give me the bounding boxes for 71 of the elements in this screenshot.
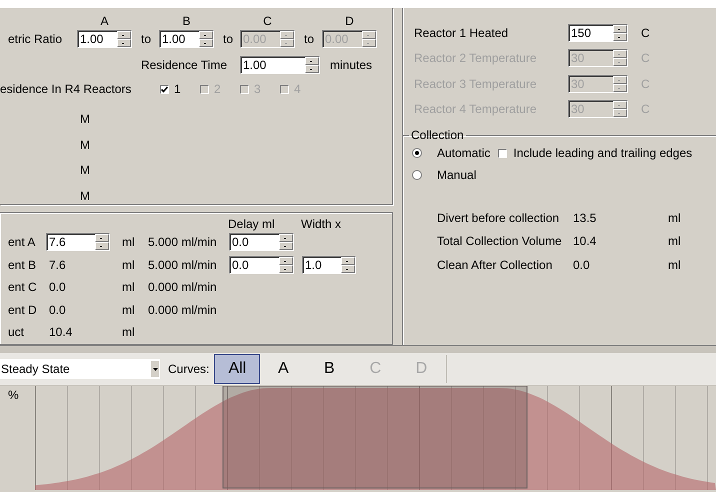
unit-label: ml bbox=[668, 234, 681, 248]
curve-toggle[interactable]: B bbox=[306, 354, 352, 384]
spin-field[interactable]: 1.00 bbox=[240, 56, 320, 74]
stat-label: Clean After Collection bbox=[437, 258, 554, 272]
checkbox[interactable] bbox=[160, 84, 169, 94]
unit-label: ml bbox=[122, 302, 135, 317]
stat-label: Divert before collection bbox=[437, 210, 560, 225]
unit-label: ml bbox=[668, 210, 681, 225]
flow-rate: 0.000 ml/min bbox=[148, 280, 217, 294]
to-label: to bbox=[303, 32, 316, 46]
volume-value: 0.0 bbox=[48, 302, 66, 317]
spin-field[interactable]: 7.6 bbox=[46, 233, 110, 252]
checkbox-label: Include leading and trailing edges bbox=[513, 146, 692, 160]
spin-field[interactable]: 1.00 bbox=[159, 30, 214, 48]
radio-button[interactable] bbox=[412, 170, 422, 180]
mode-dropdown[interactable]: Steady State bbox=[0, 359, 160, 379]
unit-label: ml bbox=[122, 325, 135, 340]
radio-label: Automatic bbox=[437, 146, 490, 160]
unit-label: C bbox=[641, 26, 650, 40]
unit-label: ml bbox=[668, 258, 681, 272]
checkbox-label: 1 bbox=[174, 82, 181, 96]
stat-value: 13.5 bbox=[573, 210, 596, 225]
column-header: Width x bbox=[301, 216, 342, 230]
column-header: A bbox=[99, 14, 110, 30]
reagent-label: ent D bbox=[7, 302, 38, 317]
reagent-label: uct bbox=[7, 325, 26, 340]
curve-toggle[interactable]: A bbox=[260, 354, 306, 384]
stat-value: 10.4 bbox=[573, 234, 596, 248]
curve-toggle[interactable]: All bbox=[214, 354, 260, 384]
residence-time-label: Residence Time bbox=[140, 58, 227, 72]
axis-label: % bbox=[8, 388, 19, 402]
column-header: D bbox=[344, 14, 355, 30]
column-header: C bbox=[262, 14, 273, 30]
dropdown-arrow-icon bbox=[152, 368, 158, 370]
unit-label: ml bbox=[122, 235, 135, 250]
to-label: to bbox=[140, 32, 152, 46]
unit-label: M bbox=[80, 112, 90, 126]
volume-value: 10.4 bbox=[48, 325, 72, 340]
flow-rate: 5.000 ml/min bbox=[148, 258, 217, 272]
reactor-label: Reactor 1 Heated bbox=[414, 26, 510, 40]
flow-rate: 0.000 ml/min bbox=[148, 302, 217, 317]
curves-label: Curves: bbox=[168, 362, 210, 376]
flow-rate: 5.000 ml/min bbox=[148, 235, 217, 250]
reagent-label: ent C bbox=[7, 280, 38, 294]
reagent-label: ent B bbox=[7, 258, 38, 272]
radio-label: Manual bbox=[437, 168, 476, 182]
to-label: to bbox=[222, 32, 234, 46]
unit-label: M bbox=[80, 163, 90, 177]
spin-field[interactable]: 150 bbox=[568, 24, 628, 42]
stat-label: Total Collection Volume bbox=[437, 234, 563, 248]
unit-label: minutes bbox=[330, 58, 372, 72]
unit-label: ml bbox=[122, 258, 135, 272]
spin-field[interactable]: 1.0 bbox=[302, 256, 356, 274]
spin-field[interactable]: 0.0 bbox=[229, 233, 294, 252]
unit-label: M bbox=[80, 138, 90, 152]
splitter-bar[interactable] bbox=[0, 345, 716, 353]
radio-button[interactable] bbox=[412, 148, 422, 158]
checkbox[interactable] bbox=[498, 148, 508, 158]
column-header: Delay ml bbox=[228, 216, 276, 230]
spin-field[interactable]: 1.00 bbox=[77, 30, 132, 48]
spin-field[interactable]: 0.0 bbox=[229, 256, 294, 274]
reactors-label: esidence In R4 Reactors bbox=[0, 82, 132, 96]
volume-value: 0.0 bbox=[48, 280, 66, 294]
reagent-label: ent A bbox=[7, 235, 36, 250]
unit-label: ml bbox=[122, 280, 135, 294]
stat-value: 0.0 bbox=[573, 258, 590, 272]
group-title: Collection bbox=[410, 128, 465, 142]
column-header: B bbox=[181, 14, 192, 30]
unit-label: M bbox=[80, 188, 90, 202]
volume-value: 7.6 bbox=[48, 258, 66, 272]
ratio-label: etric Ratio bbox=[7, 32, 64, 46]
